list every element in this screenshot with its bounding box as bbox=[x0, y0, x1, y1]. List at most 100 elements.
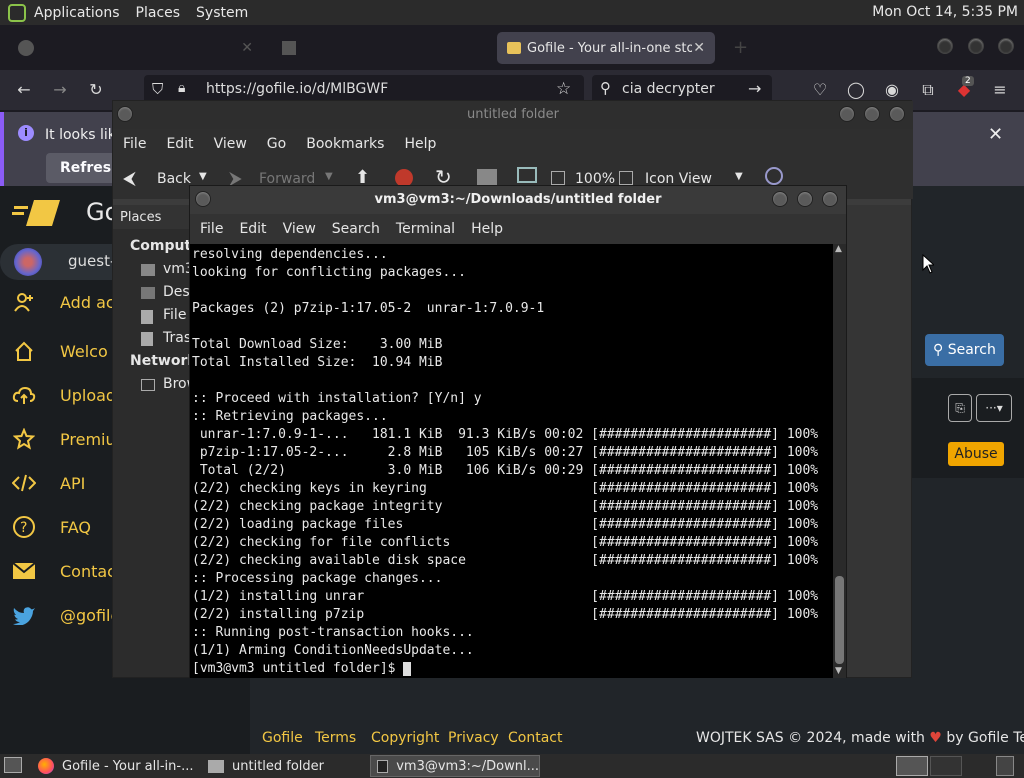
lock-icon[interactable]: 🔒︎ bbox=[178, 80, 185, 96]
terminal-menubar: File Edit View Search Terminal Help bbox=[190, 214, 846, 244]
footer-link-copyright[interactable]: Copyright bbox=[371, 730, 439, 746]
taskbar-item-firefox[interactable]: Gofile - Your all-in-... bbox=[32, 755, 198, 777]
import-button[interactable]: ⎘ bbox=[948, 394, 972, 422]
search-icon[interactable] bbox=[765, 167, 783, 185]
scrollbar-thumb[interactable] bbox=[835, 576, 844, 664]
minimize-icon[interactable] bbox=[839, 106, 855, 122]
zoom-in-icon[interactable] bbox=[619, 171, 633, 185]
copyright-suffix: by Gofile Team bbox=[946, 730, 1024, 746]
zoom-out-icon[interactable] bbox=[551, 171, 565, 185]
back-button-label[interactable]: Back bbox=[157, 171, 191, 187]
close-window-icon[interactable] bbox=[998, 38, 1014, 54]
workspace-2[interactable] bbox=[930, 756, 962, 776]
go-arrow-icon[interactable]: → bbox=[748, 79, 761, 98]
workspace-switcher[interactable] bbox=[896, 756, 928, 776]
sidebar-item-label: Premiu bbox=[60, 429, 116, 449]
footer-link-gofile[interactable]: Gofile bbox=[262, 730, 303, 746]
home-icon bbox=[12, 339, 36, 363]
circle-icon[interactable]: ◯ bbox=[846, 80, 866, 100]
term-menu-view[interactable]: View bbox=[275, 221, 324, 237]
close-icon[interactable] bbox=[822, 191, 838, 207]
maximize-icon[interactable] bbox=[797, 191, 813, 207]
new-tab-icon[interactable]: + bbox=[733, 37, 748, 58]
window-menu-icon[interactable] bbox=[117, 106, 133, 122]
firefox-icon bbox=[38, 758, 54, 774]
tab-2[interactable] bbox=[272, 32, 490, 64]
bottom-taskbar: Gofile - Your all-in-... untitled folder… bbox=[0, 754, 1024, 778]
shield-icon[interactable]: ⛉ bbox=[152, 80, 163, 98]
forward-arrow-icon[interactable]: → bbox=[50, 80, 70, 100]
places-header[interactable]: Places bbox=[113, 205, 195, 229]
term-menu-search[interactable]: Search bbox=[324, 221, 388, 237]
close-icon[interactable] bbox=[889, 106, 905, 122]
caret-down-icon: ▾ bbox=[996, 401, 1003, 415]
fm-menu-file[interactable]: File bbox=[113, 136, 156, 152]
forward-dropdown-icon[interactable]: ▼ bbox=[325, 171, 333, 182]
fm-menu-help[interactable]: Help bbox=[394, 136, 446, 152]
footer-link-contact[interactable]: Contact bbox=[508, 730, 562, 746]
place-trash[interactable]: Tras bbox=[163, 330, 191, 346]
clock[interactable]: Mon Oct 14, 5:35 PM bbox=[872, 4, 1018, 20]
footer-link-privacy[interactable]: Privacy bbox=[448, 730, 499, 746]
search-icon: ⚲ bbox=[600, 79, 611, 97]
maximize-icon[interactable] bbox=[968, 38, 984, 54]
terminal-title: vm3@vm3:~/Downloads/untitled folder bbox=[374, 192, 662, 207]
back-icon[interactable]: ⮜ bbox=[123, 168, 136, 189]
places-menu[interactable]: Places bbox=[128, 5, 189, 21]
show-desktop-icon[interactable] bbox=[4, 757, 22, 773]
minimize-icon[interactable] bbox=[772, 191, 788, 207]
footer-link-terms[interactable]: Terms bbox=[315, 730, 356, 746]
tab-gofile[interactable]: Gofile - Your all-in-one sto ✕ bbox=[497, 32, 715, 64]
system-menu[interactable]: System bbox=[188, 5, 256, 21]
extensions-icon[interactable]: ⧉ bbox=[918, 80, 938, 100]
scroll-up-icon[interactable]: ▲ bbox=[835, 244, 842, 254]
term-menu-help[interactable]: Help bbox=[463, 221, 511, 237]
scroll-down-icon[interactable]: ▼ bbox=[835, 666, 842, 676]
distro-logo-icon[interactable] bbox=[8, 3, 26, 22]
account-icon[interactable]: ◉ bbox=[882, 80, 902, 100]
terminal-line: :: Running post-transaction hooks... bbox=[192, 625, 474, 640]
home-folder-icon[interactable] bbox=[477, 169, 497, 185]
file-manager-title: untitled folder bbox=[466, 107, 559, 122]
sidebar-item-label: FAQ bbox=[60, 517, 91, 537]
bookmark-star-icon[interactable]: ☆ bbox=[556, 79, 571, 99]
tab-1[interactable]: ✕ bbox=[8, 32, 263, 64]
minimize-icon[interactable] bbox=[937, 38, 953, 54]
url-text[interactable]: https://gofile.io/d/MlBGWF bbox=[206, 81, 388, 97]
back-arrow-icon[interactable]: ← bbox=[14, 80, 34, 100]
trash-applet-icon[interactable] bbox=[996, 756, 1014, 776]
place-filesystem[interactable]: File bbox=[163, 307, 186, 323]
fm-menu-go[interactable]: Go bbox=[257, 136, 296, 152]
abuse-button[interactable]: Abuse bbox=[948, 442, 1004, 466]
term-menu-file[interactable]: File bbox=[192, 221, 231, 237]
search-value[interactable]: cia decrypter bbox=[622, 81, 715, 97]
fm-menu-bookmarks[interactable]: Bookmarks bbox=[296, 136, 394, 152]
fm-menu-edit[interactable]: Edit bbox=[156, 136, 203, 152]
window-menu-icon[interactable] bbox=[195, 191, 211, 207]
fm-menu-view[interactable]: View bbox=[204, 136, 257, 152]
computer-icon[interactable] bbox=[517, 167, 537, 183]
taskbar-item-terminal[interactable]: vm3@vm3:~/Downl... bbox=[370, 755, 540, 777]
more-options-button[interactable]: ···▾ bbox=[976, 394, 1012, 422]
terminal-line: :: Proceed with installation? [Y/n] y bbox=[192, 391, 482, 406]
taskbar-item-folder[interactable]: untitled folder bbox=[202, 755, 366, 777]
refresh-button[interactable]: Refresh bbox=[46, 153, 121, 183]
close-icon[interactable]: ✕ bbox=[241, 40, 253, 56]
hamburger-menu-icon[interactable]: ≡ bbox=[990, 80, 1010, 100]
terminal-titlebar[interactable]: vm3@vm3:~/Downloads/untitled folder bbox=[190, 186, 846, 214]
view-mode-dropdown-icon[interactable]: ▼ bbox=[735, 171, 743, 182]
term-menu-terminal[interactable]: Terminal bbox=[388, 221, 463, 237]
mouse-cursor-icon bbox=[922, 254, 934, 274]
close-notification-icon[interactable]: ✕ bbox=[988, 124, 1003, 145]
search-button[interactable]: ⚲ Search bbox=[925, 334, 1004, 366]
reload-icon[interactable]: ↻ bbox=[86, 80, 106, 100]
applications-menu[interactable]: Applications bbox=[26, 5, 128, 21]
close-tab-icon[interactable]: ✕ bbox=[693, 40, 705, 56]
maximize-icon[interactable] bbox=[864, 106, 880, 122]
pocket-icon[interactable]: ♡ bbox=[810, 80, 830, 100]
file-manager-titlebar[interactable]: untitled folder bbox=[113, 101, 913, 129]
terminal-output[interactable]: resolving dependencies... looking for con… bbox=[190, 244, 833, 678]
back-dropdown-icon[interactable]: ▼ bbox=[199, 171, 207, 182]
terminal-scrollbar[interactable]: ▲ ▼ bbox=[833, 244, 846, 678]
term-menu-edit[interactable]: Edit bbox=[231, 221, 274, 237]
